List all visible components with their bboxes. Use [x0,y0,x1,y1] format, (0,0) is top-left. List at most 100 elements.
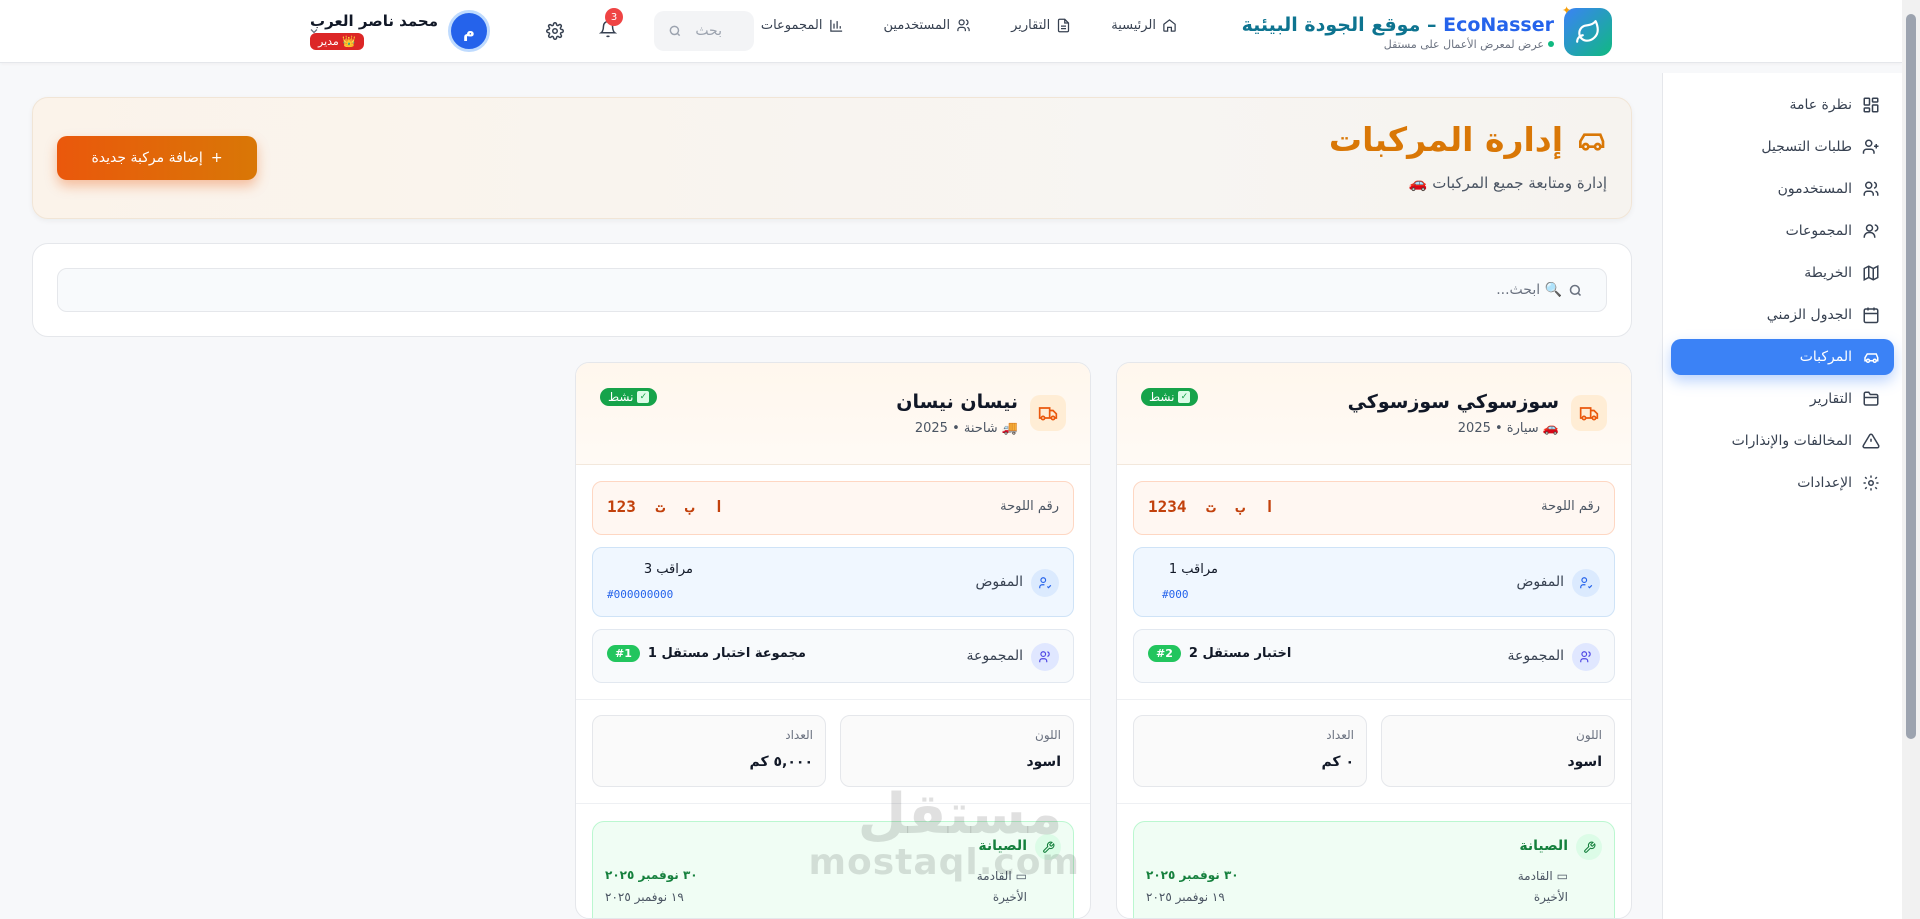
sidebar-item-reports[interactable]: التقارير [1671,381,1894,417]
last-maintenance-date: ١٩ نوفمبر ٢٠٢٥ [1146,890,1225,904]
vehicle-meta: 🚚 شاحنة • 2025 [914,421,1018,436]
page-title: إدارة المركبات [1329,120,1607,159]
maintenance-box: الصيانة ▭ القادمة الأخيرة ٣٠ نوفمبر ٢٠٢٥ … [1133,821,1615,918]
search-input[interactable] [57,268,1607,312]
group-name: مجموعة اختبار مستقل 1 [647,646,806,661]
file-icon [1058,18,1070,33]
divider [1117,699,1631,700]
nav-reports[interactable]: التقارير [1011,18,1071,33]
group-row: المجموعة مجموعة اختبار مستقل 1 #1 [592,629,1074,683]
calendar-icon [1863,307,1879,324]
brand-subtitle: عرض لمعرض الأعمال على مستقل [1242,38,1554,51]
scrollbar-thumb[interactable] [1906,14,1916,739]
maintenance-box: الصيانة ▭ القادمة الأخيرة ٣٠ نوفمبر ٢٠٢٥ … [592,821,1074,918]
divider [576,803,1090,804]
divider [576,699,1090,700]
nav-home[interactable]: الرئيسية [1111,18,1177,33]
add-vehicle-button[interactable]: + إضافة مركبة جديدة [57,136,257,180]
user-menu[interactable]: م محمد ناصر العرب 👑 مدير [310,10,490,52]
sidebar-item-map[interactable]: الخريطة [1671,255,1894,291]
plate-row: رقم اللوحة ا ب ت 123 [592,481,1074,535]
vehicle-name: سوزسوكي سوزسوكي [1347,391,1559,413]
sidebar-item-violations[interactable]: المخالفات والإنذارات [1671,423,1894,459]
gear-icon[interactable] [546,22,564,40]
color-box: اللون اسود [1381,715,1615,787]
wrench-icon [1576,834,1602,860]
plate-number: ا ب ت 1234 [1148,497,1275,516]
plate-row: رقم اللوحة ا ب ت 1234 [1133,481,1615,535]
vehicle-card[interactable]: نيسان نيسان 🚚 شاحنة • 2025 ✓ نشط رقم اللو… [575,362,1091,919]
leaf-logo-icon: ✦ [1562,4,1612,56]
vehicle-meta: 🚗 سيارة • 2025 [1457,421,1559,436]
group-icon [1863,224,1879,238]
nav-users[interactable]: المستخدمين [884,18,972,33]
top-search[interactable]: بحث [654,11,754,51]
odometer-box: العداد ٠ كم [1133,715,1367,787]
car-icon [1864,353,1879,363]
brand-title: EcoNasser – موقع الجودة البيئية [1241,13,1554,36]
sidebar-item-settings[interactable]: الإعدادات [1671,465,1894,501]
plus-icon: + [210,150,223,166]
status-badge: ✓ نشط [1141,388,1199,406]
delegate-name: مراقب 3 [643,562,693,577]
sidebar-item-groups[interactable]: المجموعات [1671,213,1894,249]
car-icon [1579,132,1605,151]
page-header: إدارة المركبات إدارة ومتابعة جميع المركب… [32,97,1632,219]
sidebar-item-timeline[interactable]: الجدول الزمني [1671,297,1894,333]
delegate-id: #000000000 [607,588,674,601]
last-maintenance-date: ١٩ نوفمبر ٢٠٢٥ [605,890,684,904]
page-scrollbar[interactable] [1902,0,1920,919]
truck-icon [1571,395,1607,431]
vehicle-card[interactable]: سوزسوكي سوزسوكي 🚗 سيارة • 2025 ✓ نشط رقم … [1116,362,1632,919]
delegate-row: المفوض مراقب 1 #000 [1133,547,1615,617]
sidebar-item-overview[interactable]: نظرة عامة [1671,87,1894,123]
users-icon [1863,181,1879,196]
odometer-box: العداد ٥,٠٠٠ كم [592,715,826,787]
page-subtitle: إدارة ومتابعة جميع المركبات 🚗 [1408,174,1607,192]
search-icon [669,25,681,37]
sidebar-item-users[interactable]: المستخدمون [1671,171,1894,207]
chart-icon [829,19,842,32]
top-navbar: ✦ EcoNasser – موقع الجودة البيئية عرض لم… [0,0,1902,63]
check-icon: ✓ [637,391,650,403]
color-box: اللون اسود [840,715,1074,787]
users-icon [1572,643,1600,671]
sparkle-icon: ✦ [1562,4,1572,17]
brand[interactable]: ✦ EcoNasser – موقع الجودة البيئية عرض لم… [1241,4,1612,56]
group-number-badge: #1 [607,645,640,662]
delegate-name: مراقب 1 [1168,562,1218,577]
avatar: م [448,10,490,52]
search-panel [32,243,1632,337]
next-maintenance-date: ٣٠ نوفمبر ٢٠٢٥ [605,868,698,882]
vehicle-card-header: سوزسوكي سوزسوكي 🚗 سيارة • 2025 ✓ نشط [1117,363,1631,465]
nav-groups[interactable]: المجموعات [761,18,844,33]
sidebar: نظرة عامة طلبات التسجيل المستخدمون المجم… [1662,73,1902,919]
status-badge: ✓ نشط [600,388,658,406]
users-icon [1031,643,1059,671]
group-number-badge: #2 [1148,645,1181,662]
search-icon [1569,284,1582,297]
delegate-id: #000 [1162,588,1189,601]
online-dot-icon [1548,41,1554,47]
dashboard-icon [1863,97,1879,113]
check-icon: ✓ [1178,391,1191,403]
sidebar-item-vehicles[interactable]: المركبات [1671,339,1894,375]
divider [1117,803,1631,804]
plate-number: ا ب ت 123 [607,497,724,516]
notifications-button[interactable]: 3 [597,8,623,40]
vehicle-name: نيسان نيسان [896,391,1018,413]
calendar-icon: ▭ [1015,869,1027,883]
truck-icon [1030,395,1066,431]
vehicle-card-header: نيسان نيسان 🚚 شاحنة • 2025 ✓ نشط [576,363,1090,465]
wrench-icon [1035,834,1061,860]
group-row: المجموعة اختبار مستقل 2 #2 [1133,629,1615,683]
user-name: محمد ناصر العرب [310,12,438,30]
sidebar-item-registration-requests[interactable]: طلبات التسجيل [1671,129,1894,165]
users-icon [957,19,970,32]
settings-icon [1863,475,1879,491]
next-maintenance-date: ٣٠ نوفمبر ٢٠٢٥ [1146,868,1239,882]
map-icon [1863,265,1879,281]
chevron-down-icon[interactable] [308,25,320,37]
calendar-icon: ▭ [1556,869,1568,883]
folder-icon [1863,391,1879,406]
